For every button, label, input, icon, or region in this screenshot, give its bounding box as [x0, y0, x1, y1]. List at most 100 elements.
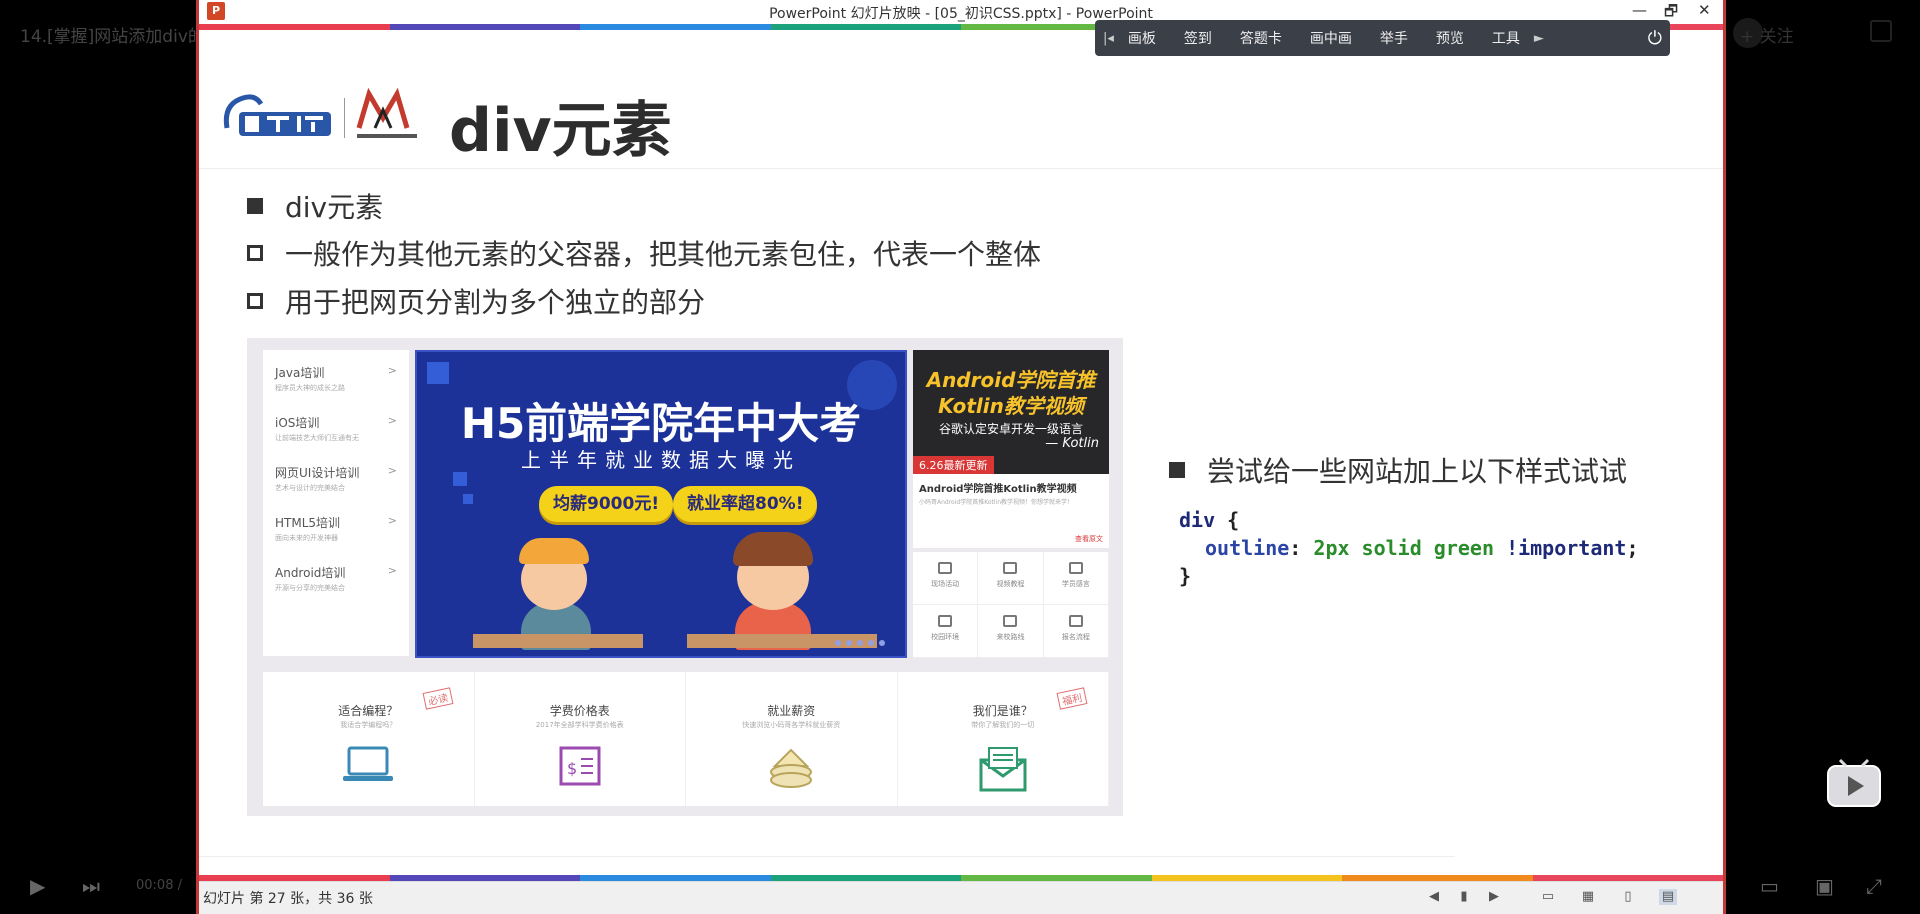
- pointer-arrow-icon[interactable]: ►: [1534, 31, 1544, 46]
- calendar-icon: [938, 562, 953, 574]
- banner-title: H5前端学院年中大考: [460, 399, 862, 448]
- quicklink-campus: 校园环境: [913, 605, 979, 658]
- menu-title: 网页UI设计培训: [275, 466, 360, 480]
- chevron-right-icon: >: [387, 514, 397, 527]
- promo-banner: H5前端学院年中大考 上半年就业数据大曝光 均薪9000元! 就业率超80%!: [415, 350, 907, 658]
- boy-hair: [519, 538, 589, 564]
- ppt-statusbar: 幻灯片 第 27 张，共 36 张 ◀ ▮ ▶ ▭ ▦ ▯ ▤: [199, 881, 1723, 914]
- decor-square: [463, 494, 473, 504]
- menu-item-html5: HTML5培训 面向未来的开发神器 >: [275, 514, 397, 543]
- quicklink-testimonials: 学员感言: [1043, 552, 1109, 605]
- bullet-3: 用于把网页分割为多个独立的部分: [247, 281, 705, 321]
- reading-view-icon[interactable]: ▯: [1619, 889, 1637, 905]
- rainbow-segment: [580, 24, 771, 30]
- toolbar-item-pip[interactable]: 画中画: [1310, 28, 1352, 48]
- quicklink-videos: 视频教程: [978, 552, 1044, 605]
- right-bullet: 尝试给一些网站加上以下样式试试: [1169, 450, 1627, 490]
- menu-item-java: Java培训 程序员大神的成长之路 >: [275, 364, 397, 393]
- fullscreen-corner-icon[interactable]: [1870, 20, 1892, 42]
- prev-slide-icon[interactable]: ◀: [1425, 889, 1443, 905]
- kotlin-caption: Android学院首推Kotlin教学视频: [919, 484, 1077, 495]
- video-icon: [1003, 562, 1018, 574]
- rainbow-segment: [199, 24, 390, 30]
- toolbar-item-preview[interactable]: 预览: [1436, 28, 1464, 48]
- chevron-right-icon: >: [387, 464, 397, 477]
- bullet-square-icon: [1169, 462, 1185, 478]
- bullet-hollow-square-icon: [247, 245, 263, 261]
- decor-square: [453, 472, 467, 486]
- video-title: 14.[掌握]网站添加div的: [20, 27, 205, 47]
- slideshow-toolbar: |◂ 画板 签到 答题卡 画中画 举手 预览 工具 ► ⏻: [1095, 20, 1670, 56]
- course-menu: Java培训 程序员大神的成长之路 > iOS培训 让前端技艺大师们互通有无 >…: [263, 350, 409, 656]
- form-icon: [1068, 615, 1083, 627]
- menu-item-ui: 网页UI设计培训 艺术与设计的完美结合 >: [275, 464, 397, 493]
- next-slide-icon[interactable]: ▶: [1485, 889, 1503, 905]
- fullscreen-icon[interactable]: ⤢: [1866, 874, 1882, 898]
- pip-icon[interactable]: ▣: [1815, 874, 1834, 898]
- quicklink-events: 现场活动: [913, 552, 979, 605]
- bullet-text: 一般作为其他元素的父容器，把其他元素包住，代表一个整体: [285, 238, 1042, 271]
- next-icon[interactable]: ⏭: [82, 874, 100, 898]
- toolbar-item-answer-card[interactable]: 答题卡: [1240, 28, 1282, 48]
- kotlin-desc: 小码哥Android学院首推Kotlin教学视频！你想学就来学！: [919, 499, 1073, 506]
- carousel-dots[interactable]: [835, 640, 885, 646]
- slide-bottom-divider: [199, 856, 1455, 857]
- svg-text:$: $: [567, 759, 577, 778]
- feature-tuition: 学费价格表 2017年全部学科学费价格表 $: [475, 672, 686, 806]
- playback-time: 00:08 /: [136, 878, 182, 893]
- slide-title: div元素: [449, 96, 672, 166]
- slideshow-view-icon[interactable]: ▤: [1659, 889, 1677, 905]
- css-code-block: div { outline: 2px solid green !importan…: [1179, 506, 1639, 590]
- kotlin-signature: — Kotlin: [1045, 436, 1099, 451]
- slide-sorter-icon[interactable]: ▦: [1579, 889, 1597, 905]
- price-tag-icon: $: [559, 746, 601, 786]
- chevron-right-icon: >: [387, 364, 397, 377]
- follow-button[interactable]: + 关注: [1740, 22, 1794, 47]
- code-line-1: div {: [1179, 508, 1240, 532]
- menu-sub: 开源与分享的完美结合: [275, 584, 345, 592]
- menu-title: iOS培训: [275, 416, 320, 430]
- kotlin-card: Android学院首推 Kotlin教学视频 谷歌认定安卓开发一级语言 — Ko…: [913, 350, 1109, 548]
- rainbow-segment: [389, 24, 580, 30]
- menu-item-android: Android培训 开源与分享的完美结合 >: [275, 564, 397, 593]
- toolbar-item-tools[interactable]: 工具: [1492, 28, 1520, 48]
- minimize-button[interactable]: —: [1632, 1, 1647, 19]
- danmaku-icon[interactable]: ▭: [1760, 874, 1779, 898]
- envelope-icon: [979, 747, 1027, 792]
- mj-brand-logo-icon: [223, 94, 331, 136]
- laptop-icon: [343, 746, 394, 781]
- kotlin-headline-1: Android学院首推: [926, 368, 1096, 392]
- feature-coding-fit: 适合编程？ 我适合学编程吗？ 必读: [263, 672, 475, 806]
- brand-separator: [344, 98, 345, 138]
- bullet-2: 一般作为其他元素的父容器，把其他元素包住，代表一个整体: [247, 233, 1041, 273]
- chevron-right-icon: >: [387, 564, 397, 577]
- menu-item-ios: iOS培训 让前端技艺大师们互通有无 >: [275, 414, 397, 443]
- quicklink-route: 来校路线: [978, 605, 1044, 658]
- chevron-right-icon: >: [387, 414, 397, 427]
- toolbar-item-raise-hand[interactable]: 举手: [1380, 28, 1408, 48]
- power-icon[interactable]: ⏻: [1648, 28, 1662, 49]
- menu-sub: 让前端技艺大师们互通有无: [275, 434, 359, 442]
- xiaomage-logo-icon: [356, 87, 417, 138]
- toolbar-item-whiteboard[interactable]: 画板: [1128, 28, 1156, 48]
- normal-view-icon[interactable]: ▭: [1539, 889, 1557, 905]
- video-player: 14.[掌握]网站添加div的 + 关注 P PowerPoint 幻灯片放映 …: [0, 0, 1920, 914]
- play-overlay-icon[interactable]: [1826, 758, 1882, 810]
- play-icon[interactable]: ▶: [30, 874, 45, 898]
- website-screenshot: Java培训 程序员大神的成长之路 > iOS培训 让前端技艺大师们互通有无 >…: [247, 338, 1123, 816]
- desk-left: [473, 634, 643, 648]
- menu-sub: 程序员大神的成长之路: [275, 384, 345, 392]
- banner-subtitle: 上半年就业数据大曝光: [521, 448, 801, 472]
- slide-menu-icon[interactable]: ▮: [1455, 889, 1473, 905]
- collapse-arrow-icon[interactable]: |◂: [1103, 31, 1114, 46]
- chat-icon: [1068, 562, 1083, 574]
- quicklink-enroll: 报名流程: [1043, 605, 1109, 658]
- menu-sub: 艺术与设计的完美结合: [275, 484, 345, 492]
- bullet-text: 用于把网页分割为多个独立的部分: [285, 286, 706, 319]
- building-icon: [938, 615, 953, 627]
- girl-hair: [733, 532, 813, 566]
- powerpoint-window: P PowerPoint 幻灯片放映 - [05_初识CSS.pptx] - P…: [196, 0, 1726, 914]
- toolbar-item-signin[interactable]: 签到: [1184, 28, 1212, 48]
- kotlin-image: Android学院首推 Kotlin教学视频 谷歌认定安卓开发一级语言 — Ko…: [913, 350, 1109, 474]
- close-button[interactable]: ✕: [1698, 1, 1711, 19]
